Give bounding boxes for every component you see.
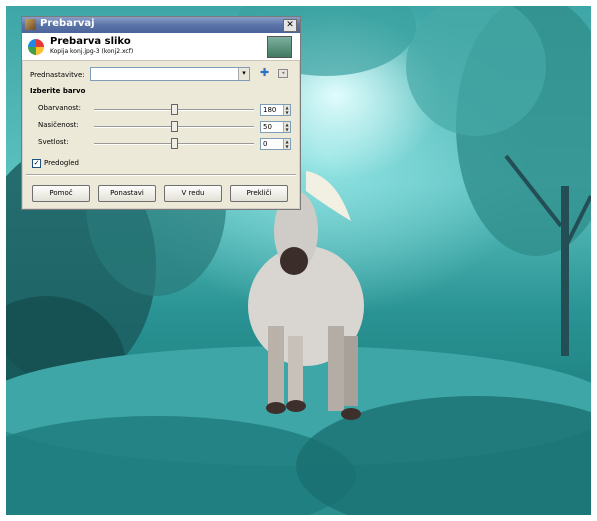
image-thumbnail — [267, 36, 292, 58]
hue-value: 180 — [263, 106, 277, 114]
ok-button[interactable]: V redu — [164, 185, 222, 202]
recolor-dialog: Prebarvaj ✕ Prebarva sliko Kopija konj.j… — [21, 16, 301, 210]
saturation-slider-handle[interactable] — [171, 121, 178, 132]
lightness-slider-handle[interactable] — [171, 138, 178, 149]
hue-slider-handle[interactable] — [171, 104, 178, 115]
lightness-value: 0 — [263, 140, 268, 148]
reset-button[interactable]: Ponastavi — [98, 185, 156, 202]
preview-label: Predogled — [44, 159, 79, 167]
header-subtitle: Kopija konj.jpg-3 (konj2.xcf) — [50, 48, 134, 55]
dialog-header: Prebarva sliko Kopija konj.jpg-3 (konj2.… — [22, 33, 300, 61]
header-title: Prebarva sliko — [50, 36, 131, 47]
cancel-button[interactable]: Prekliči — [230, 185, 288, 202]
presets-label: Prednastavitve: — [30, 71, 85, 79]
spin-arrows-icon[interactable]: ▲ ▼ — [283, 122, 290, 132]
lightness-label: Svetlost: — [38, 138, 69, 146]
preview-checkbox[interactable]: ✓ — [32, 159, 41, 168]
section-title: Izberite barvo — [30, 87, 86, 95]
close-button[interactable]: ✕ — [283, 19, 297, 32]
gimp-app-icon — [25, 19, 36, 30]
spin-arrows-icon[interactable]: ▲ ▼ — [283, 105, 290, 115]
help-button[interactable]: Pomoč — [32, 185, 90, 202]
dialog-title: Prebarvaj — [40, 18, 95, 29]
hue-spinbox[interactable]: 180 ▲ ▼ — [260, 104, 291, 116]
spin-arrows-icon[interactable]: ▲ ▼ — [283, 139, 290, 149]
hue-label: Obarvanost: — [38, 104, 82, 112]
saturation-spinbox[interactable]: 50 ▲ ▼ — [260, 121, 291, 133]
dialog-titlebar[interactable]: Prebarvaj ✕ — [22, 17, 300, 33]
color-wheel-icon — [28, 39, 44, 55]
presets-combo[interactable]: ▾ — [90, 67, 250, 81]
add-preset-icon[interactable]: ✚ — [260, 66, 269, 79]
check-icon: ✓ — [33, 159, 40, 167]
saturation-value: 50 — [263, 123, 272, 131]
separator — [26, 174, 296, 176]
preset-menu-icon[interactable]: ◂ — [278, 69, 288, 78]
saturation-label: Nasičenost: — [38, 121, 79, 129]
lightness-spinbox[interactable]: 0 ▲ ▼ — [260, 138, 291, 150]
chevron-down-icon[interactable]: ▾ — [238, 68, 249, 80]
